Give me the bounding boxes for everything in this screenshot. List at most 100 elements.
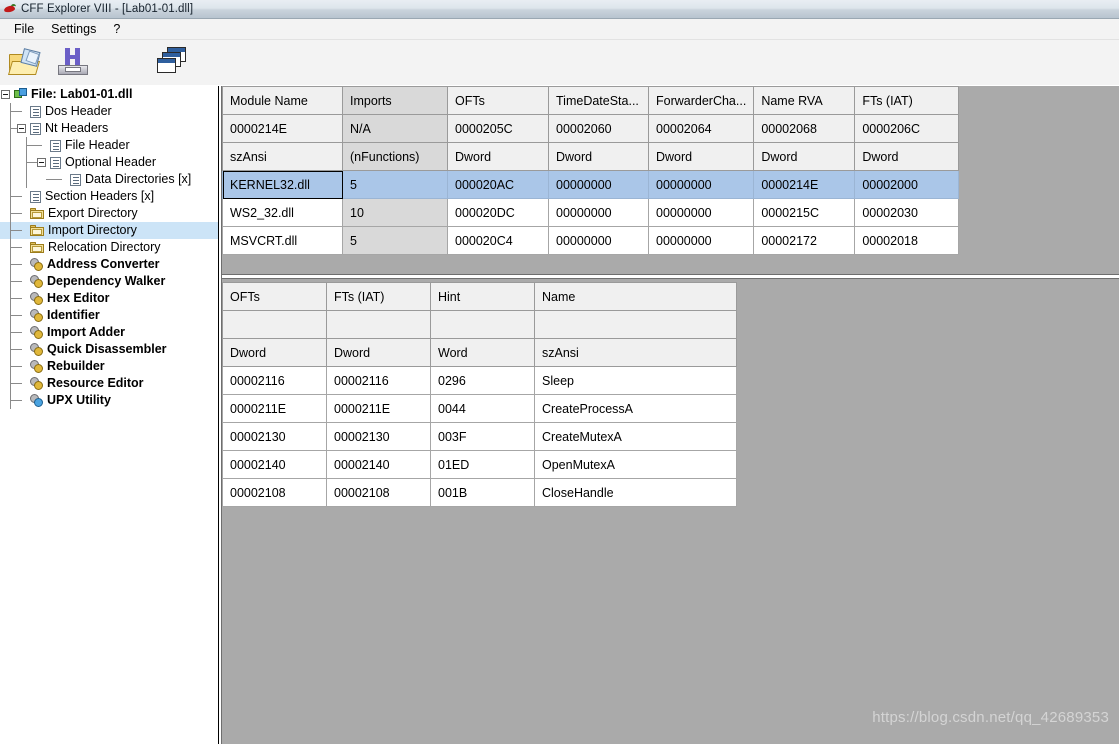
- module-row[interactable]: KERNEL32.dll 5 000020AC 00000000 00000000 000…: [222, 170, 960, 199]
- tree-item-section-headers-x[interactable]: Section Headers [x]: [0, 188, 218, 205]
- module-cell[interactable]: 00000000: [647, 170, 755, 199]
- tree-item-dependency-walker[interactable]: Dependency Walker: [0, 273, 218, 290]
- function-cell[interactable]: 003F: [430, 422, 535, 451]
- module-cell[interactable]: WS2_32.dll: [222, 198, 343, 227]
- function-cell[interactable]: 01ED: [430, 450, 535, 479]
- menu-file[interactable]: File: [6, 20, 43, 38]
- tree-expander-minus-icon[interactable]: [17, 124, 26, 133]
- module-cell[interactable]: KERNEL32.dll: [222, 170, 343, 199]
- function-cell[interactable]: Sleep: [534, 366, 737, 395]
- module-row[interactable]: MSVCRT.dll 5 000020C4 00000000 00000000 00002…: [222, 226, 960, 255]
- module-cell[interactable]: 10: [342, 198, 448, 227]
- module-cell[interactable]: 0000215C: [753, 198, 856, 227]
- tree-item-resource-editor[interactable]: Resource Editor: [0, 375, 218, 392]
- rva-value: 0000206C: [854, 114, 960, 143]
- function-cell[interactable]: OpenMutexA: [534, 450, 737, 479]
- tree-item-relocation-directory[interactable]: Relocation Directory: [0, 239, 218, 256]
- module-cell[interactable]: 00002172: [753, 226, 856, 255]
- tree-item-export-directory[interactable]: Export Directory: [0, 205, 218, 222]
- save-file-button[interactable]: [52, 43, 92, 81]
- table-header-row[interactable]: OFTs FTs (IAT) Hint Name: [222, 282, 737, 311]
- column-header[interactable]: ForwarderCha...: [647, 86, 755, 115]
- module-cell[interactable]: 00002030: [854, 198, 960, 227]
- tree-item-hex-editor[interactable]: Hex Editor: [0, 290, 218, 307]
- tree-item-import-directory[interactable]: Import Directory: [0, 222, 218, 239]
- column-header[interactable]: TimeDateSta...: [548, 86, 649, 115]
- function-cell[interactable]: 00002140: [326, 450, 431, 479]
- module-cell[interactable]: 000020C4: [447, 226, 549, 255]
- tree-expander-minus-icon[interactable]: [1, 90, 10, 99]
- tree-item-identifier[interactable]: Identifier: [0, 307, 218, 324]
- tree-item-import-adder[interactable]: Import Adder: [0, 324, 218, 341]
- tree-item-label: Relocation Directory: [48, 240, 161, 254]
- function-cell[interactable]: 00002130: [326, 422, 431, 451]
- function-row[interactable]: 0000211E 0000211E 0044 CreateProcessA: [222, 394, 737, 423]
- module-cell[interactable]: 0000214E: [753, 170, 856, 199]
- function-cell[interactable]: 00002108: [326, 478, 431, 507]
- column-header[interactable]: Name RVA: [753, 86, 856, 115]
- tree-item-file-header[interactable]: File Header: [0, 137, 218, 154]
- horizontal-splitter[interactable]: [222, 274, 1119, 279]
- module-cell[interactable]: 00000000: [548, 198, 649, 227]
- tree-item-address-converter[interactable]: Address Converter: [0, 256, 218, 273]
- menu-settings[interactable]: Settings: [43, 20, 105, 38]
- module-cell[interactable]: 00002018: [854, 226, 960, 255]
- module-cell[interactable]: 00000000: [548, 226, 649, 255]
- module-cell[interactable]: MSVCRT.dll: [222, 226, 343, 255]
- function-cell[interactable]: 00002108: [222, 478, 327, 507]
- function-row[interactable]: 00002116 00002116 0296 Sleep: [222, 366, 737, 395]
- function-cell[interactable]: 0296: [430, 366, 535, 395]
- column-header[interactable]: FTs (IAT): [326, 282, 431, 311]
- tree-expander-minus-icon[interactable]: [37, 158, 46, 167]
- function-cell[interactable]: 00002116: [222, 366, 327, 395]
- structure-tree[interactable]: File: Lab01-01.dll Dos Header Nt Headers Fi…: [0, 86, 219, 744]
- function-row[interactable]: 00002108 00002108 001B CloseHandle: [222, 478, 737, 507]
- function-cell[interactable]: 001B: [430, 478, 535, 507]
- import-directory-grid[interactable]: Module Name Imports OFTs TimeDateSta... Forw…: [222, 86, 962, 266]
- table-header-row[interactable]: Module Name Imports OFTs TimeDateSta... Forw…: [222, 86, 960, 115]
- tree-item-rebuilder[interactable]: Rebuilder: [0, 358, 218, 375]
- function-cell[interactable]: CloseHandle: [534, 478, 737, 507]
- menu-help[interactable]: ?: [105, 20, 129, 38]
- function-cell[interactable]: 00002140: [222, 450, 327, 479]
- function-cell[interactable]: 0000211E: [222, 394, 327, 423]
- tree-item-dos-header[interactable]: Dos Header: [0, 103, 218, 120]
- module-cell[interactable]: 5: [342, 226, 448, 255]
- function-cell[interactable]: 00002116: [326, 366, 431, 395]
- module-cell[interactable]: 00002000: [854, 170, 960, 199]
- function-cell[interactable]: CreateMutexA: [534, 422, 737, 451]
- function-cell[interactable]: 00002130: [222, 422, 327, 451]
- module-cell[interactable]: 00000000: [647, 198, 755, 227]
- module-cell[interactable]: 00000000: [548, 170, 649, 199]
- column-header[interactable]: Imports: [342, 86, 448, 115]
- function-row[interactable]: 00002130 00002130 003F CreateMutexA: [222, 422, 737, 451]
- imported-functions-grid[interactable]: OFTs FTs (IAT) Hint Name Dword Dword Word szAns…: [222, 282, 742, 507]
- tree-item-label: Dos Header: [45, 104, 112, 118]
- column-header[interactable]: Hint: [430, 282, 535, 311]
- tree-item-data-directories-x[interactable]: Data Directories [x]: [0, 171, 218, 188]
- column-header[interactable]: OFTs: [222, 282, 327, 311]
- column-header[interactable]: FTs (IAT): [854, 86, 960, 115]
- rva-value: [326, 310, 431, 339]
- module-cell[interactable]: 000020DC: [447, 198, 549, 227]
- tree-item-upx-utility[interactable]: UPX Utility: [0, 392, 218, 409]
- module-row[interactable]: WS2_32.dll 10 000020DC 00000000 00000000 0000…: [222, 198, 960, 227]
- tree-item-optional-header[interactable]: Optional Header: [0, 154, 218, 171]
- column-header[interactable]: Module Name: [222, 86, 343, 115]
- imported-functions-table: OFTs FTs (IAT) Hint Name Dword Dword Word szAns…: [222, 282, 737, 507]
- function-row[interactable]: 00002140 00002140 01ED OpenMutexA: [222, 450, 737, 479]
- tree-item-nt-headers[interactable]: Nt Headers: [0, 120, 218, 137]
- module-cell[interactable]: 5: [342, 170, 448, 199]
- function-cell[interactable]: 0000211E: [326, 394, 431, 423]
- open-file-button[interactable]: [6, 43, 46, 81]
- tree-item-file-lab01-01-dll[interactable]: File: Lab01-01.dll: [0, 86, 218, 103]
- function-cell[interactable]: 0044: [430, 394, 535, 423]
- function-cell[interactable]: CreateProcessA: [534, 394, 737, 423]
- tree-item-quick-disassembler[interactable]: Quick Disassembler: [0, 341, 218, 358]
- module-cell[interactable]: 00000000: [647, 226, 755, 255]
- window-list-button[interactable]: [152, 43, 192, 81]
- module-cell[interactable]: 000020AC: [447, 170, 549, 199]
- column-header[interactable]: OFTs: [447, 86, 549, 115]
- column-header[interactable]: Name: [534, 282, 737, 311]
- tree-guide-line: [10, 366, 22, 367]
